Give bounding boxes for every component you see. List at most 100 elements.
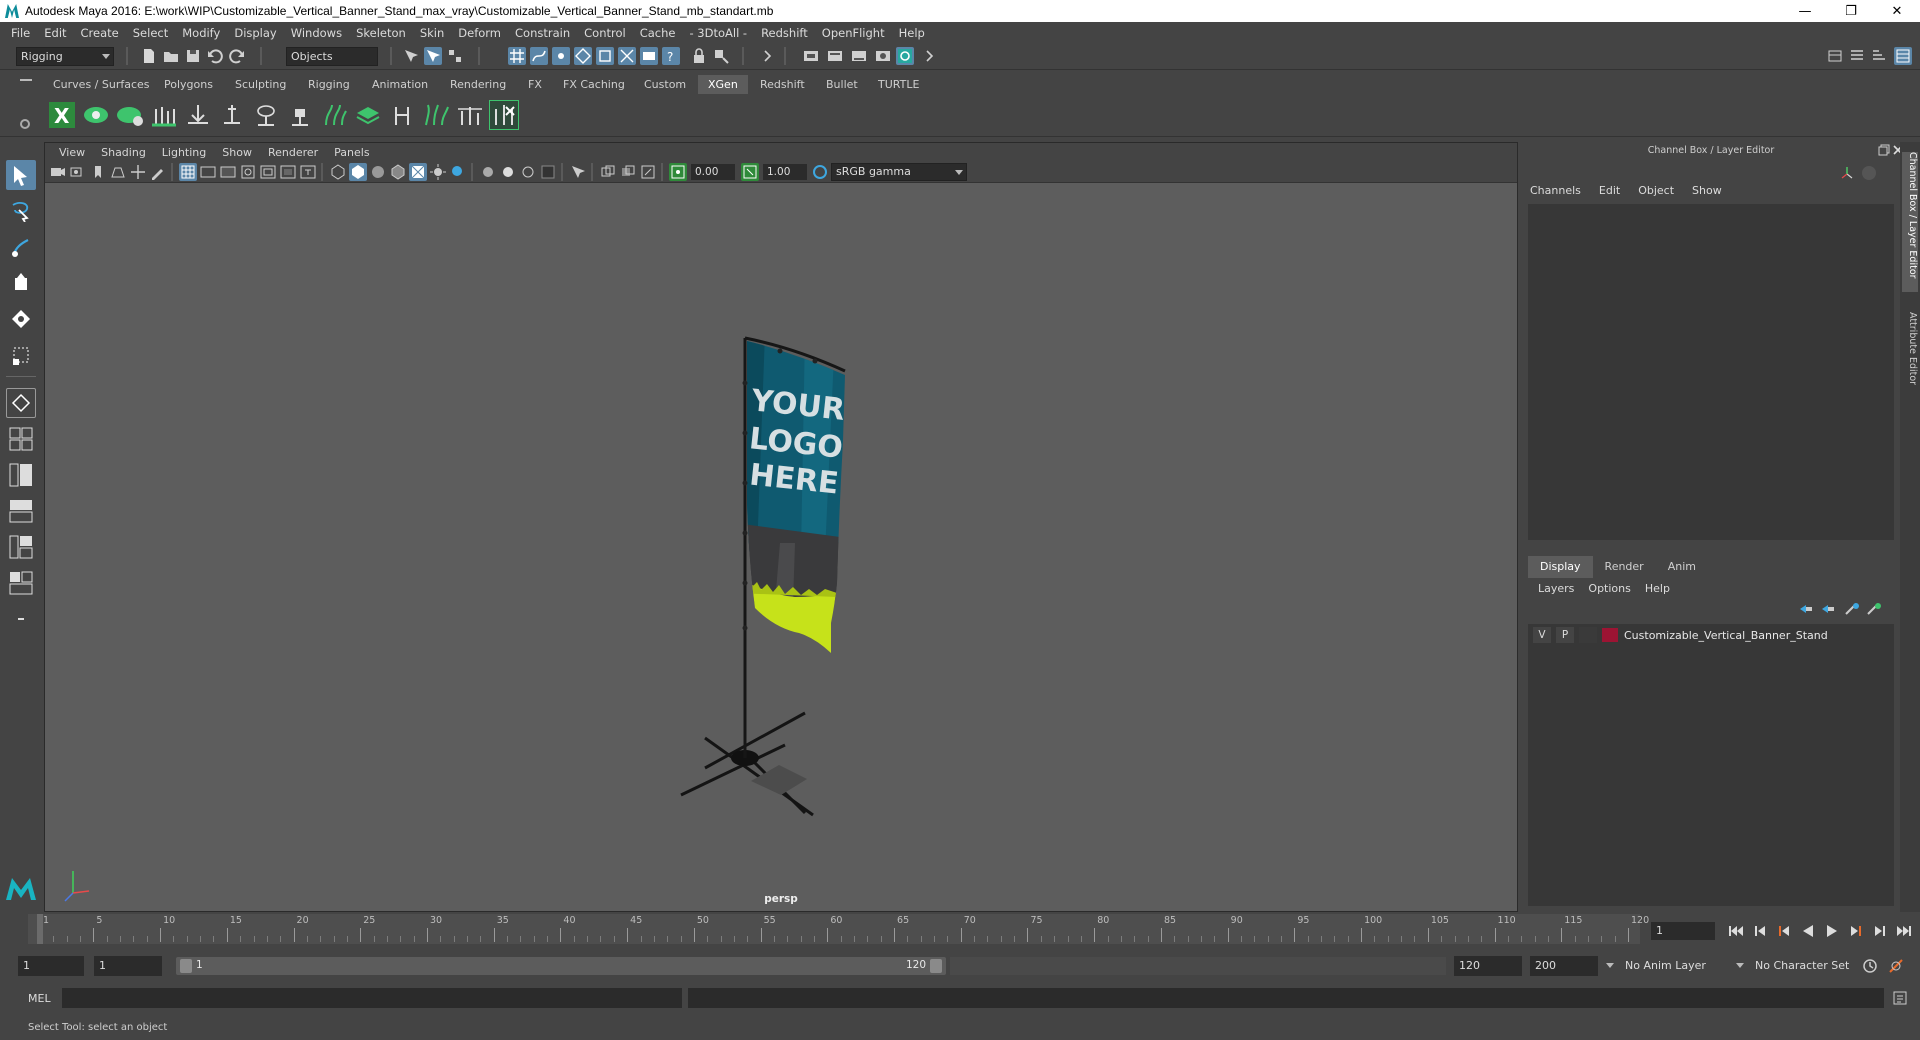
four-view-layout-icon[interactable] xyxy=(6,424,36,454)
viewport-menu-panels[interactable]: Panels xyxy=(326,146,377,159)
select-object-icon[interactable] xyxy=(424,47,442,65)
layers-menu[interactable]: Layers xyxy=(1538,582,1574,595)
snap-curve-icon[interactable] xyxy=(530,47,548,65)
field-chart-icon[interactable] xyxy=(259,163,277,181)
menu-set-dropdown[interactable]: Rigging xyxy=(16,47,114,66)
xgen-interactive-groom-icon[interactable] xyxy=(422,101,450,129)
wireframe-on-shaded-icon[interactable] xyxy=(389,163,407,181)
menu-edit[interactable]: Edit xyxy=(37,26,73,40)
wireframe-icon[interactable] xyxy=(329,163,347,181)
character-set-dropdown[interactable]: No Character Set xyxy=(1750,956,1870,976)
viewport-menu-lighting[interactable]: Lighting xyxy=(154,146,214,159)
camera-attributes-icon[interactable] xyxy=(69,163,87,181)
channel-box-toggle-icon[interactable] xyxy=(1894,47,1912,65)
menu-select[interactable]: Select xyxy=(126,26,175,40)
channel-box-area[interactable] xyxy=(1528,204,1894,540)
selection-mode-dropdown[interactable]: Objects xyxy=(286,47,378,66)
redshift-render-view-icon[interactable] xyxy=(896,47,914,65)
chevron-down-icon[interactable] xyxy=(1736,963,1744,968)
single-perspective-layout-icon[interactable] xyxy=(6,388,36,418)
xgen-lock-guides-icon[interactable] xyxy=(286,101,314,129)
menu-windows[interactable]: Windows xyxy=(284,26,349,40)
animation-preferences-icon[interactable] xyxy=(1888,958,1904,974)
tab-xgen[interactable]: XGen xyxy=(698,75,748,94)
manipulator-icon[interactable] xyxy=(1840,166,1854,180)
outliner-layout-icon[interactable] xyxy=(6,568,36,598)
tab-channel-box-layer-editor[interactable]: Channel Box / Layer Editor xyxy=(1902,152,1918,292)
menu-control[interactable]: Control xyxy=(577,26,633,40)
save-scene-icon[interactable] xyxy=(184,47,202,65)
color-space-dropdown[interactable]: sRGB gamma xyxy=(831,163,967,181)
persp-graph-layout-icon[interactable] xyxy=(6,496,36,526)
tab-rendering[interactable]: Rendering xyxy=(440,75,516,94)
edit-menu[interactable]: Edit xyxy=(1599,184,1620,197)
new-empty-layer-icon[interactable] xyxy=(1844,602,1860,616)
smooth-shade-icon[interactable] xyxy=(349,163,367,181)
construction-history-icon[interactable] xyxy=(712,47,730,65)
undo-icon[interactable] xyxy=(206,47,224,65)
tab-turtle[interactable]: TURTLE xyxy=(868,75,929,94)
tab-fx-caching[interactable]: FX Caching xyxy=(553,75,635,94)
menu-3dtoall[interactable]: - 3DtoAll - xyxy=(682,26,754,40)
depth-of-field-icon[interactable] xyxy=(539,163,557,181)
playback-end-field[interactable]: 120 xyxy=(1454,956,1522,976)
help-menu[interactable]: Help xyxy=(1645,582,1670,595)
bookmarks-icon[interactable] xyxy=(89,163,107,181)
move-tool-icon[interactable] xyxy=(6,268,36,298)
image-plane-icon[interactable] xyxy=(109,163,127,181)
layer-playback-toggle[interactable]: P xyxy=(1556,627,1574,643)
tab-rigging[interactable]: Rigging xyxy=(298,75,360,94)
layer-display-type-toggle[interactable] xyxy=(1579,627,1597,643)
layer-visibility-toggle[interactable]: V xyxy=(1533,627,1551,643)
layer-name[interactable]: Customizable_Vertical_Banner_Stand xyxy=(1624,629,1828,642)
layer-color-swatch[interactable] xyxy=(1602,628,1618,642)
resolution-gate-icon[interactable] xyxy=(219,163,237,181)
grid-toggle-icon[interactable] xyxy=(179,163,197,181)
perspective-viewport[interactable]: View Shading Lighting Show Renderer Pane… xyxy=(44,142,1518,912)
render-frame-icon[interactable] xyxy=(802,47,820,65)
menu-cache[interactable]: Cache xyxy=(633,26,683,40)
tab-anim-layers[interactable]: Anim xyxy=(1656,556,1708,578)
xray-active-components-icon[interactable] xyxy=(619,163,637,181)
xgen-place-guides-icon[interactable] xyxy=(150,101,178,129)
move-layer-down-icon[interactable] xyxy=(1820,602,1836,616)
command-input[interactable] xyxy=(62,988,682,1008)
rotate-tool-icon[interactable] xyxy=(6,304,36,334)
animation-end-field[interactable]: 200 xyxy=(1530,956,1598,976)
auto-key-icon[interactable] xyxy=(1862,958,1878,974)
gamma-icon[interactable] xyxy=(741,163,759,181)
options-menu[interactable]: Options xyxy=(1588,582,1630,595)
float-panel-icon[interactable] xyxy=(1878,144,1890,156)
tab-redshift[interactable]: Redshift xyxy=(750,75,815,94)
viewport-menu-view[interactable]: View xyxy=(51,146,93,159)
xgen-editor-icon[interactable]: X xyxy=(48,101,76,129)
select-hierarchy-icon[interactable] xyxy=(402,47,420,65)
current-frame-field[interactable]: 1 xyxy=(1651,922,1715,940)
screen-space-ao-icon[interactable] xyxy=(479,163,497,181)
ipr-render-icon[interactable] xyxy=(826,47,844,65)
menu-constrain[interactable]: Constrain xyxy=(508,26,577,40)
attribute-editor-toggle-icon[interactable] xyxy=(1848,47,1866,65)
tab-attribute-editor[interactable]: Attribute Editor xyxy=(1902,312,1918,412)
render-settings-icon[interactable] xyxy=(850,47,868,65)
motion-blur-icon[interactable] xyxy=(499,163,517,181)
step-forward-key-icon[interactable] xyxy=(1872,924,1888,938)
open-scene-icon[interactable] xyxy=(162,47,180,65)
select-component-icon[interactable] xyxy=(446,47,464,65)
xgen-guides-to-curves-icon[interactable] xyxy=(320,101,348,129)
xgen-cut-guides-icon[interactable] xyxy=(456,101,484,129)
exposure-icon[interactable] xyxy=(669,163,687,181)
two-d-pan-zoom-icon[interactable] xyxy=(129,163,147,181)
go-to-start-icon[interactable] xyxy=(1728,924,1744,938)
snap-live-icon[interactable] xyxy=(596,47,614,65)
show-menu[interactable]: Show xyxy=(1692,184,1722,197)
speed-icon[interactable] xyxy=(1862,166,1876,180)
move-layer-up-icon[interactable] xyxy=(1798,602,1814,616)
play-backwards-icon[interactable] xyxy=(1800,924,1816,938)
safe-action-icon[interactable] xyxy=(279,163,297,181)
step-back-key-icon[interactable] xyxy=(1752,924,1768,938)
tab-custom[interactable]: Custom xyxy=(634,75,696,94)
hypershade-layout-icon[interactable] xyxy=(6,532,36,562)
range-end-handle[interactable] xyxy=(930,959,942,973)
more-tools-icon[interactable] xyxy=(920,47,938,65)
